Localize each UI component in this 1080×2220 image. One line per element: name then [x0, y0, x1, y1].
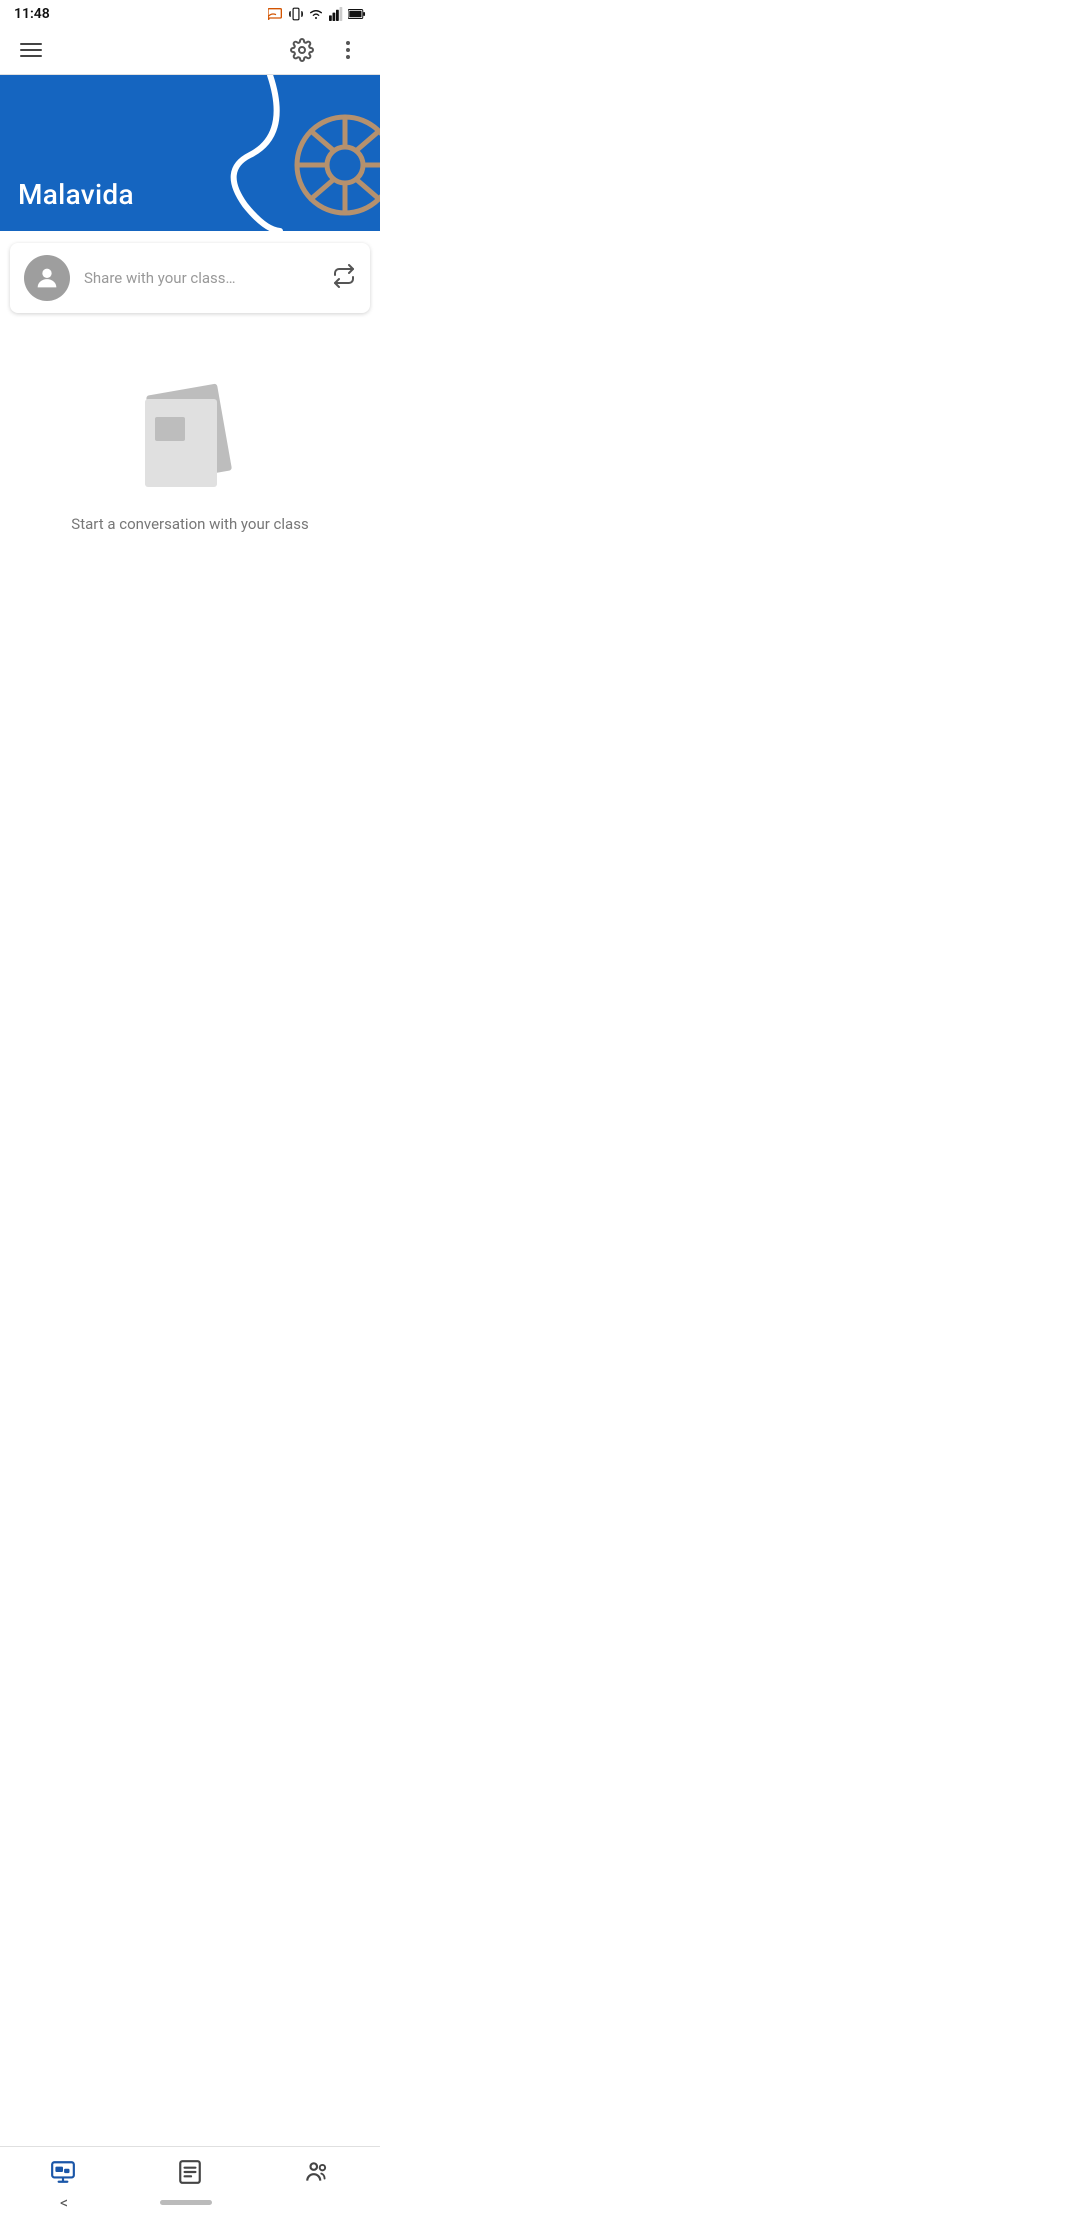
- system-nav: <: [0, 2184, 380, 2220]
- status-bar: 11:48: [0, 0, 380, 26]
- more-dots-icon: [336, 38, 360, 62]
- settings-button[interactable]: [286, 34, 318, 66]
- home-indicator[interactable]: [160, 2200, 212, 2205]
- back-arrow[interactable]: <: [60, 2193, 68, 2212]
- vibrate-icon: [289, 7, 303, 21]
- menu-line-3: [20, 55, 42, 57]
- menu-line-2: [20, 49, 42, 51]
- battery-icon: [348, 7, 366, 21]
- menu-line-1: [20, 43, 42, 45]
- more-options-button[interactable]: [332, 34, 364, 66]
- gear-icon: [290, 38, 314, 62]
- class-name: Malavida: [18, 178, 134, 211]
- stream-icon: [50, 2159, 76, 2185]
- signal-icon: [329, 7, 343, 21]
- hamburger-menu[interactable]: [16, 39, 46, 61]
- empty-state-illustration: [135, 385, 245, 495]
- class-banner: Malavida: [0, 75, 380, 231]
- status-time: 11:48: [14, 6, 50, 22]
- repost-icon[interactable]: [332, 264, 356, 293]
- empty-state: Start a conversation with your class: [0, 325, 380, 573]
- status-icons: [268, 7, 366, 21]
- banner-decoration: [190, 75, 380, 231]
- share-card[interactable]: Share with your class…: [10, 243, 370, 313]
- user-avatar: [24, 255, 70, 301]
- share-placeholder[interactable]: Share with your class…: [84, 269, 318, 287]
- cast-icon: [268, 7, 284, 21]
- classwork-icon: [177, 2159, 203, 2185]
- app-bar-actions: [286, 34, 364, 66]
- people-icon: [304, 2159, 330, 2185]
- empty-state-message: Start a conversation with your class: [71, 515, 308, 533]
- doc-front: [145, 399, 217, 487]
- content-area: Share with your class… Start a conversat…: [0, 243, 380, 703]
- wifi-icon: [308, 7, 324, 21]
- app-bar: [0, 26, 380, 75]
